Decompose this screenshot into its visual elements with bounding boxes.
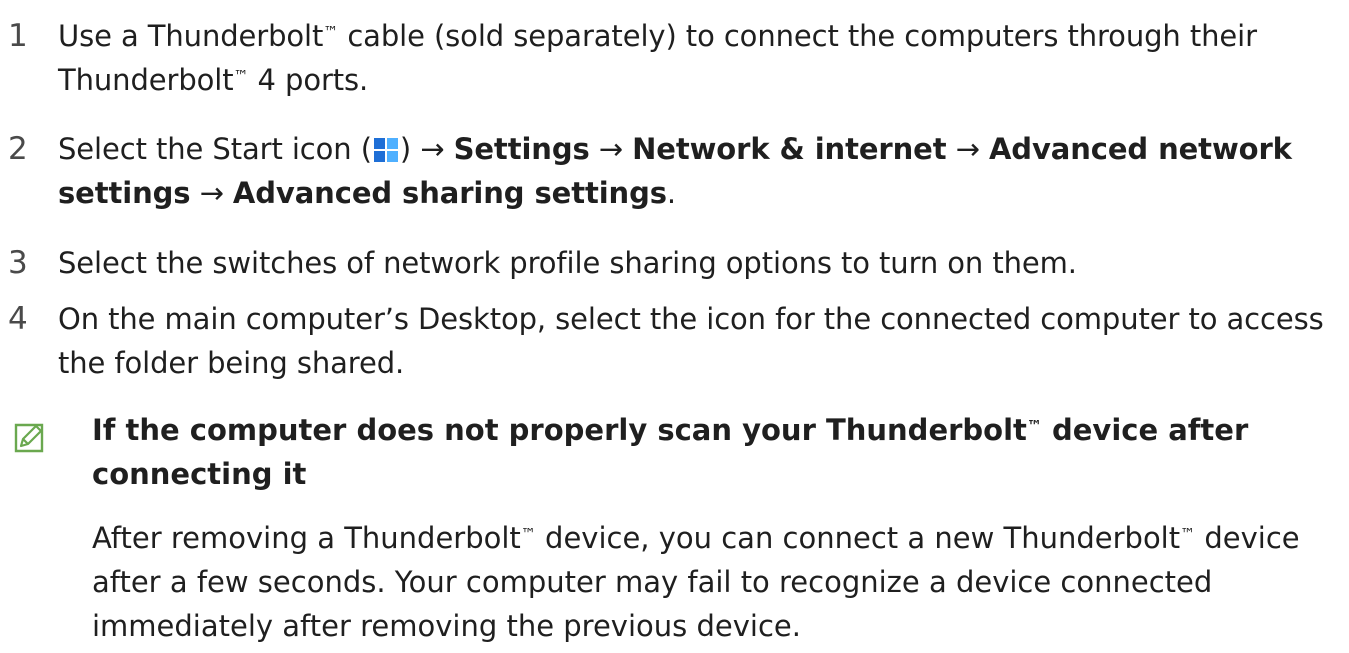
step-text: Use a Thunderbolt™ cable (sold separatel… [58,14,1328,102]
trademark-symbol: ™ [1180,525,1196,544]
step-2-text-part: Select the Start icon ( [58,132,372,166]
step-text: On the main computer’s Desktop, select t… [58,302,1324,380]
period: . [666,176,677,210]
step-text: Select the Start icon ( ) → Settings → N… [58,127,1328,215]
trademark-symbol: ™ [1026,417,1042,436]
step-1-text-part: cable (sold separately) to connect the c… [338,19,1257,53]
trademark-symbol: ™ [520,525,536,544]
step-number: 3 [8,245,28,281]
note-title: If the computer does not properly scan y… [92,408,1332,496]
note-body: After removing a Thunderbolt™ device, yo… [92,516,1332,648]
arrow: → [946,132,989,166]
trademark-symbol: ™ [323,23,339,42]
trademark-symbol: ™ [233,67,249,86]
network-internet-label: Network & internet [632,132,947,166]
arrow: → [589,132,633,166]
arrow: → [190,176,233,210]
step-1-text-part: Use a Thunderbolt [58,19,324,53]
note-body-part: device, you can connect a new Thunderbol… [535,521,1181,555]
note-title-part: If the computer does not properly scan y… [92,413,1027,447]
step-number: 4 [8,301,28,337]
advanced-sharing-settings-label: Advanced sharing settings [232,176,667,210]
settings-label: Settings [453,132,590,166]
step-1-text-part: 4 ports. [248,63,369,97]
step-number: 2 [8,131,28,167]
step-number: 1 [8,18,28,54]
step-2-text-part: ) → [399,132,454,166]
windows-start-icon [373,138,398,162]
step-1-text-part: Thunderbolt [58,63,234,97]
note-body-part: After removing a Thunderbolt [92,521,521,555]
step-text: Select the switches of network profile s… [58,246,1077,280]
note-pencil-icon [14,423,44,453]
